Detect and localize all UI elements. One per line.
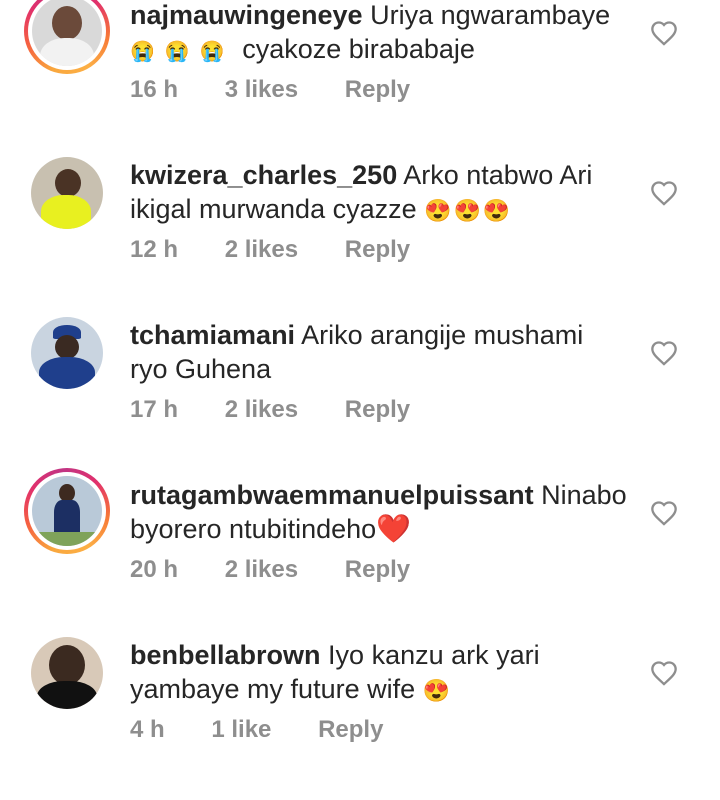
comment-username[interactable]: tchamiamani bbox=[130, 320, 295, 350]
avatar[interactable] bbox=[24, 150, 110, 236]
comment-message: Ariko arangije mushami bbox=[301, 320, 584, 350]
comment-message-line2: ryo Guhena bbox=[130, 354, 272, 384]
comment-username[interactable]: benbellabrown bbox=[130, 640, 321, 670]
comment-likes[interactable]: 2 likes bbox=[225, 236, 298, 263]
comment-likes[interactable]: 2 likes bbox=[225, 556, 298, 583]
comment-time: 12 h bbox=[130, 236, 179, 263]
comment-text: kwizera_charles_250 Arko ntabwo Ari ikig… bbox=[130, 158, 630, 228]
crying-face-emoji: 😭😭😭 bbox=[130, 41, 235, 63]
reply-button[interactable]: Reply bbox=[318, 716, 383, 743]
reply-button[interactable]: Reply bbox=[345, 76, 410, 103]
heart-outline-icon[interactable] bbox=[650, 180, 678, 206]
red-heart-emoji: ❤️ bbox=[376, 513, 412, 544]
comment-message-line2: yambaye my future wife bbox=[130, 674, 416, 704]
comment-meta: 17 h 2 likes Reply bbox=[130, 396, 450, 424]
comment-time: 16 h bbox=[130, 76, 179, 103]
comment-meta: 12 h 2 likes Reply bbox=[130, 236, 450, 264]
comment-meta: 4 h 1 like Reply bbox=[130, 716, 423, 744]
comment-time: 4 h bbox=[130, 716, 165, 743]
heart-outline-icon[interactable] bbox=[650, 500, 678, 526]
comment-meta: 16 h 3 likes Reply bbox=[130, 76, 450, 104]
comment-text: najmauwingeneye Uriya ngwarambaye 😭😭😭 cy… bbox=[130, 0, 630, 69]
heart-outline-icon[interactable] bbox=[650, 660, 678, 686]
heart-eyes-emoji: 😍😍😍 bbox=[424, 198, 513, 223]
avatar[interactable] bbox=[24, 468, 110, 554]
comment-time: 17 h bbox=[130, 396, 179, 423]
comment-message: Iyo kanzu ark yari bbox=[328, 640, 540, 670]
avatar[interactable] bbox=[24, 0, 110, 74]
comment-message-line2: cyakoze birababaje bbox=[242, 34, 475, 64]
comment-likes[interactable]: 1 like bbox=[211, 716, 271, 743]
reply-button[interactable]: Reply bbox=[345, 236, 410, 263]
comment-item: tchamiamani Ariko arangije mushami ryo G… bbox=[0, 317, 720, 480]
heart-eyes-emoji: 😍 bbox=[422, 678, 453, 703]
avatar[interactable] bbox=[24, 310, 110, 396]
comment-meta: 20 h 2 likes Reply bbox=[130, 556, 450, 584]
comment-username[interactable]: kwizera_charles_250 bbox=[130, 160, 397, 190]
comment-time: 20 h bbox=[130, 556, 179, 583]
comment-message: Uriya ngwarambaye bbox=[370, 0, 611, 30]
comment-username[interactable]: rutagambwaemmanuelpuissant bbox=[130, 480, 534, 510]
comment-username[interactable]: najmauwingeneye bbox=[130, 0, 363, 30]
avatar[interactable] bbox=[24, 630, 110, 716]
comment-message-line2: ikigal murwanda cyazze bbox=[130, 194, 417, 224]
comment-likes[interactable]: 3 likes bbox=[225, 76, 298, 103]
comment-text: tchamiamani Ariko arangije mushami ryo G… bbox=[130, 318, 630, 386]
comment-text: rutagambwaemmanuelpuissant Ninabo byorer… bbox=[130, 478, 630, 546]
comment-item: rutagambwaemmanuelpuissant Ninabo byorer… bbox=[0, 468, 720, 640]
comment-item: kwizera_charles_250 Arko ntabwo Ari ikig… bbox=[0, 157, 720, 320]
reply-button[interactable]: Reply bbox=[345, 556, 410, 583]
comment-item: najmauwingeneye Uriya ngwarambaye 😭😭😭 cy… bbox=[0, 0, 720, 160]
comment-likes[interactable]: 2 likes bbox=[225, 396, 298, 423]
comment-text: benbellabrown Iyo kanzu ark yari yambaye… bbox=[130, 638, 630, 708]
reply-button[interactable]: Reply bbox=[345, 396, 410, 423]
heart-outline-icon[interactable] bbox=[650, 340, 678, 366]
comment-message: Arko ntabwo Ari bbox=[403, 160, 593, 190]
comment-message-line2: byorero ntubitindeho bbox=[130, 514, 377, 544]
heart-outline-icon[interactable] bbox=[650, 20, 678, 46]
comment-message: Ninabo bbox=[541, 480, 627, 510]
comment-item: benbellabrown Iyo kanzu ark yari yambaye… bbox=[0, 637, 720, 800]
